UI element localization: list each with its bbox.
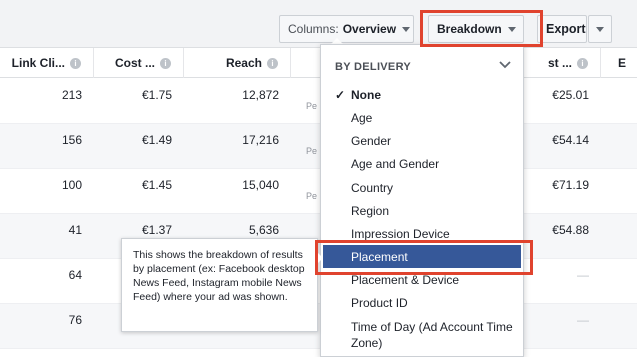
export-menu-button[interactable] (588, 15, 612, 43)
info-icon[interactable]: i (577, 57, 588, 69)
tooltip-text: This shows the breakdown of results by p… (133, 249, 305, 303)
caret-down-icon (507, 26, 516, 32)
cell-link-clicks: 156 (61, 132, 82, 147)
table-row[interactable]: 64 — (0, 259, 637, 304)
table-row[interactable]: 76 — (0, 304, 637, 349)
info-icon[interactable]: i (70, 57, 81, 69)
breakdown-button[interactable]: Breakdown (428, 15, 524, 43)
ads-manager-view: Columns: Overview Breakdown Export Link … (0, 0, 637, 357)
cell-cost-per: €54.88 (552, 222, 589, 237)
columns-button[interactable]: Columns: Overview (279, 15, 414, 43)
toolbar: Columns: Overview Breakdown Export (0, 0, 637, 47)
cell-cost-per: €54.14 (552, 132, 589, 147)
cell-link-clicks: 76 (68, 312, 82, 327)
table-header: Link Cli... i Cost ... i Reach i st ... i E (0, 48, 637, 78)
cell-frequency-label: Pe (306, 146, 318, 156)
cell-frequency-label: Pe (306, 101, 318, 111)
table-row[interactable]: 156 €1.49 17,216 Pe €54.14 (0, 124, 637, 169)
columns-value: Overview (342, 22, 397, 36)
breakdown-label: Breakdown (437, 22, 502, 36)
column-header-cost-per[interactable]: st ... i (521, 48, 601, 78)
menu-item-country[interactable]: Country (321, 176, 523, 199)
cell-link-clicks: 100 (61, 177, 82, 192)
export-button[interactable]: Export (537, 15, 587, 43)
info-icon[interactable]: i (160, 57, 171, 69)
column-header-e[interactable]: E (601, 48, 637, 78)
menu-item-gender[interactable]: Gender (321, 129, 523, 152)
menu-item-impression-device[interactable]: Impression Device (321, 222, 523, 245)
tooltip-arrow (317, 252, 323, 264)
column-header-link-clicks[interactable]: Link Cli... i (0, 48, 94, 78)
cell-cost-per: €71.19 (552, 177, 589, 192)
cell-cost-per: €25.01 (552, 87, 589, 102)
cell-cost: €1.75 (141, 87, 172, 102)
menu-item-region[interactable]: Region (321, 199, 523, 222)
info-icon[interactable]: i (267, 57, 278, 69)
cell-cost-per: — (577, 312, 589, 327)
caret-down-icon (596, 26, 604, 32)
cell-reach: 17,216 (242, 132, 279, 147)
menu-item-time-of-day[interactable]: Time of Day (Ad Account Time Zone) (321, 315, 521, 351)
columns-label: Columns: (288, 22, 339, 36)
table-row[interactable]: 213 €1.75 12,872 Pe €25.01 (0, 79, 637, 124)
cell-cost: €1.45 (141, 177, 172, 192)
cell-reach: 15,040 (242, 177, 279, 192)
cell-link-clicks: 41 (68, 222, 82, 237)
menu-item-age-and-gender[interactable]: Age and Gender (321, 152, 523, 175)
breakdown-menu: BY DELIVERY ✓ None Age Gender Age and Ge… (320, 44, 524, 357)
cell-cost-per: — (577, 267, 589, 282)
column-header-reach[interactable]: Reach i (184, 48, 291, 78)
cell-reach: 12,872 (242, 87, 279, 102)
cell-link-clicks: 64 (68, 267, 82, 282)
table-row[interactable]: 100 €1.45 15,040 Pe €71.19 (0, 169, 637, 214)
menu-item-age[interactable]: Age (321, 106, 523, 129)
menu-item-placement-and-device[interactable]: Placement & Device (321, 268, 523, 291)
menu-item-placement[interactable]: Placement (323, 245, 521, 268)
cell-cost: €1.49 (141, 132, 172, 147)
cell-frequency-label: Pe (306, 191, 318, 201)
chevron-down-icon[interactable] (498, 58, 512, 72)
caret-down-icon (402, 26, 411, 32)
checkmark-icon: ✓ (335, 87, 346, 102)
placement-tooltip: This shows the breakdown of results by p… (121, 238, 318, 332)
menu-section-header: BY DELIVERY (335, 61, 412, 73)
cell-link-clicks: 213 (61, 87, 82, 102)
menu-item-none[interactable]: ✓ None (321, 83, 523, 106)
ads-table: Link Cli... i Cost ... i Reach i st ... i E … (0, 47, 637, 357)
column-header-cost[interactable]: Cost ... i (94, 48, 184, 78)
export-label: Export (546, 22, 586, 36)
menu-item-product-id[interactable]: Product ID (321, 291, 523, 314)
